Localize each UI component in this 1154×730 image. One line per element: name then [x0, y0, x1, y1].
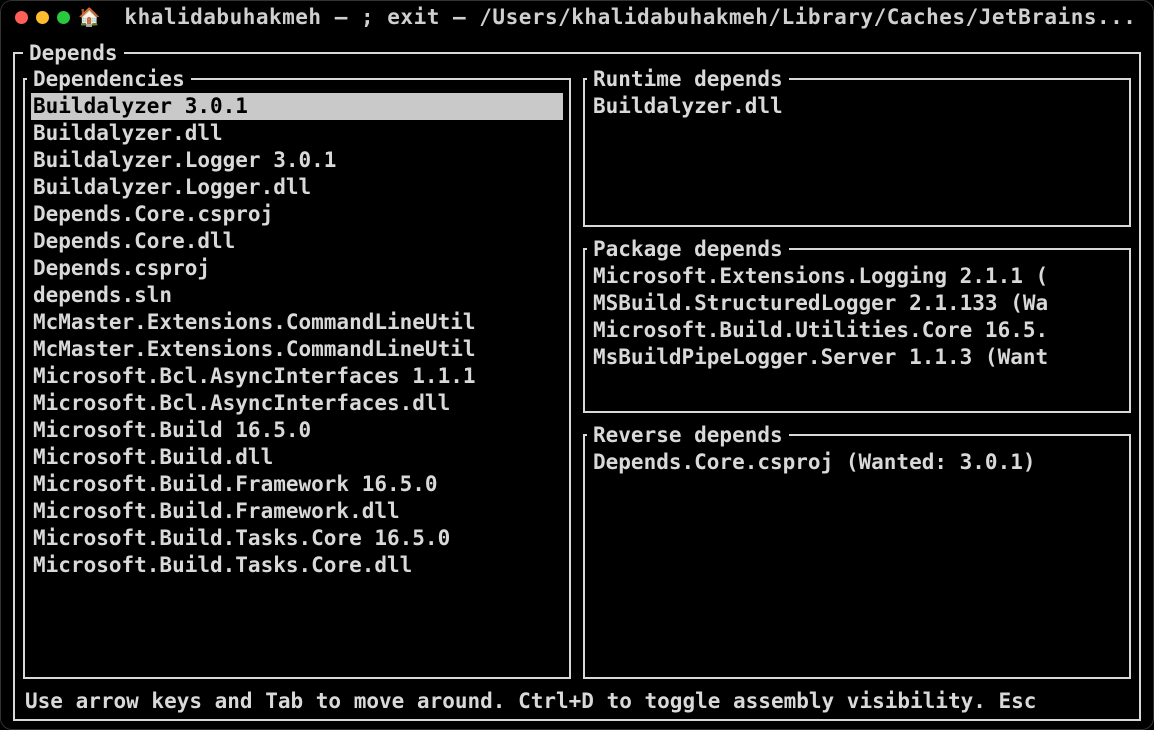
dependencies-list[interactable]: Buildalyzer 3.0.1Buildalyzer.dllBuildaly… [27, 93, 567, 579]
list-item[interactable]: Microsoft.Build.Framework.dll [31, 498, 563, 525]
list-item[interactable]: Buildalyzer 3.0.1 [31, 93, 563, 120]
list-item[interactable]: Depends.csproj [31, 255, 563, 282]
list-item[interactable]: Microsoft.Build.Utilities.Core 16.5. [591, 317, 1123, 344]
list-item[interactable]: Buildalyzer.dll [591, 93, 1123, 120]
traffic-lights [15, 11, 70, 24]
list-item[interactable]: Microsoft.Build.Tasks.Core 16.5.0 [31, 525, 563, 552]
list-item[interactable]: Microsoft.Build 16.5.0 [31, 417, 563, 444]
list-item[interactable]: MSBuild.StructuredLogger 2.1.133 (Wa [591, 290, 1123, 317]
list-item[interactable]: MsBuildPipeLogger.Server 1.1.3 (Want [591, 344, 1123, 371]
reverse-depends-legend: Reverse depends [587, 423, 789, 447]
list-item[interactable]: Microsoft.Build.Framework 16.5.0 [31, 471, 563, 498]
list-item[interactable]: Microsoft.Build.dll [31, 444, 563, 471]
list-item[interactable]: Microsoft.Bcl.AsyncInterfaces.dll [31, 390, 563, 417]
maximize-icon[interactable] [57, 11, 70, 24]
list-item[interactable]: McMaster.Extensions.CommandLineUtil [31, 336, 563, 363]
list-item[interactable]: McMaster.Extensions.CommandLineUtil [31, 309, 563, 336]
list-item[interactable]: Buildalyzer.dll [31, 120, 563, 147]
list-item[interactable]: Microsoft.Bcl.AsyncInterfaces 1.1.1 [31, 363, 563, 390]
package-depends-list[interactable]: Microsoft.Extensions.Logging 2.1.1 (MSBu… [587, 263, 1127, 371]
terminal-window: 🏠 khalidabuhakmeh — ; exit — /Users/khal… [0, 0, 1154, 730]
dependencies-legend: Dependencies [27, 67, 191, 91]
list-item[interactable]: Buildalyzer.Logger 3.0.1 [31, 147, 563, 174]
dependencies-panel[interactable]: Dependencies Buildalyzer 3.0.1Buildalyze… [23, 67, 571, 679]
terminal-body[interactable]: Depends Dependencies Buildalyzer 3.0.1Bu… [1, 33, 1153, 729]
list-item[interactable]: Depends.Core.csproj (Wanted: 3.0.1) [591, 449, 1123, 476]
list-item[interactable]: Microsoft.Build.Tasks.Core.dll [31, 552, 563, 579]
runtime-depends-list[interactable]: Buildalyzer.dll [587, 93, 1127, 120]
minimize-icon[interactable] [36, 11, 49, 24]
depends-frame: Depends Dependencies Buildalyzer 3.0.1Bu… [13, 41, 1141, 721]
list-item[interactable]: depends.sln [31, 282, 563, 309]
status-bar: Use arrow keys and Tab to move around. C… [25, 689, 1129, 713]
runtime-depends-legend: Runtime depends [587, 67, 789, 91]
depends-legend: Depends [23, 41, 124, 65]
list-item[interactable]: Microsoft.Extensions.Logging 2.1.1 ( [591, 263, 1123, 290]
reverse-depends-list[interactable]: Depends.Core.csproj (Wanted: 3.0.1) [587, 449, 1127, 476]
list-item[interactable]: Depends.Core.csproj [31, 201, 563, 228]
close-icon[interactable] [15, 11, 28, 24]
package-depends-legend: Package depends [587, 237, 789, 261]
package-depends-panel[interactable]: Package depends Microsoft.Extensions.Log… [583, 237, 1131, 413]
runtime-depends-panel[interactable]: Runtime depends Buildalyzer.dll [583, 67, 1131, 227]
list-item[interactable]: Buildalyzer.Logger.dll [31, 174, 563, 201]
titlebar: 🏠 khalidabuhakmeh — ; exit — /Users/khal… [1, 1, 1153, 33]
window-title: khalidabuhakmeh — ; exit — /Users/khalid… [124, 5, 1136, 29]
home-icon: 🏠 [78, 7, 100, 28]
reverse-depends-panel[interactable]: Reverse depends Depends.Core.csproj (Wan… [583, 423, 1131, 679]
list-item[interactable]: Depends.Core.dll [31, 228, 563, 255]
